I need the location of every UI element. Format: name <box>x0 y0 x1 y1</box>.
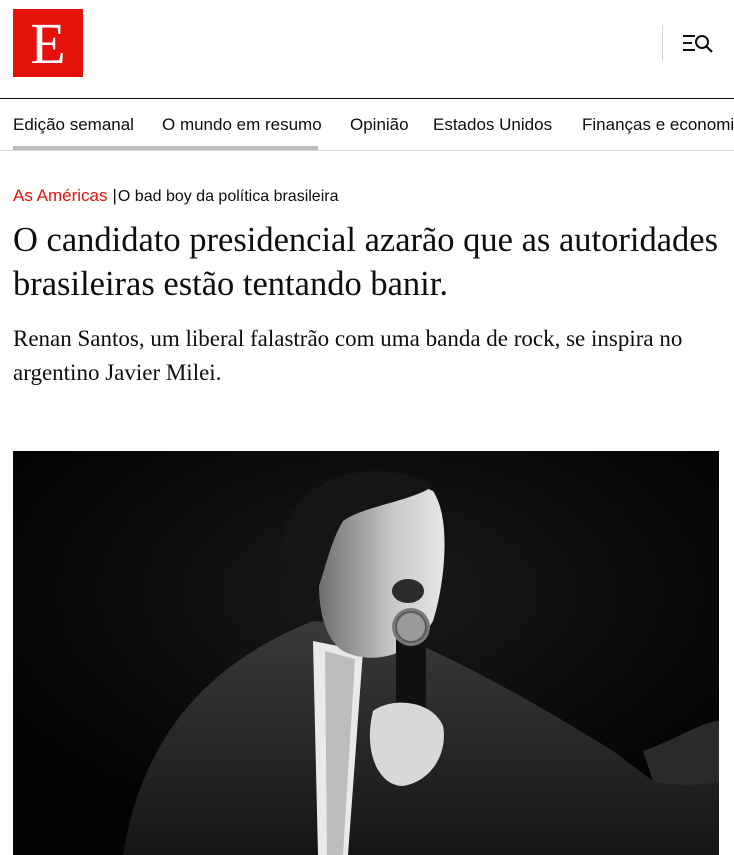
article-headline: O candidato presidencial azarão que as a… <box>13 221 719 303</box>
article-kicker: As Américas |O bad boy da política brasil… <box>13 186 338 206</box>
logo-letter: E <box>30 11 66 76</box>
section-link[interactable]: As Américas <box>13 186 107 205</box>
nav-bottom-rule <box>0 150 734 151</box>
article-hero-image <box>13 451 719 855</box>
nav-scroll-indicator[interactable] <box>13 146 318 150</box>
nav-item-financas-e-economia[interactable]: Finanças e economia <box>582 115 734 135</box>
section-nav: Edição semanal O mundo em resumo Opinião… <box>0 99 734 150</box>
article-rubric: O bad boy da política brasileira <box>117 188 339 205</box>
nav-item-opiniao[interactable]: Opinião <box>350 115 409 135</box>
economist-logo[interactable]: E <box>13 9 83 77</box>
nav-item-edicao-semanal[interactable]: Edição semanal <box>13 115 134 135</box>
nav-item-estados-unidos[interactable]: Estados Unidos <box>433 115 552 135</box>
site-header: E <box>0 0 734 98</box>
header-divider <box>662 26 663 60</box>
menu-search-icon <box>683 35 713 53</box>
hero-photo-illustration <box>13 451 719 855</box>
article-standfirst: Renan Santos, um liberal falastrão com u… <box>13 326 683 385</box>
nav-item-o-mundo-em-resumo[interactable]: O mundo em resumo <box>162 115 322 135</box>
menu-search-button[interactable] <box>676 26 720 60</box>
kicker-separator: | <box>112 186 117 205</box>
